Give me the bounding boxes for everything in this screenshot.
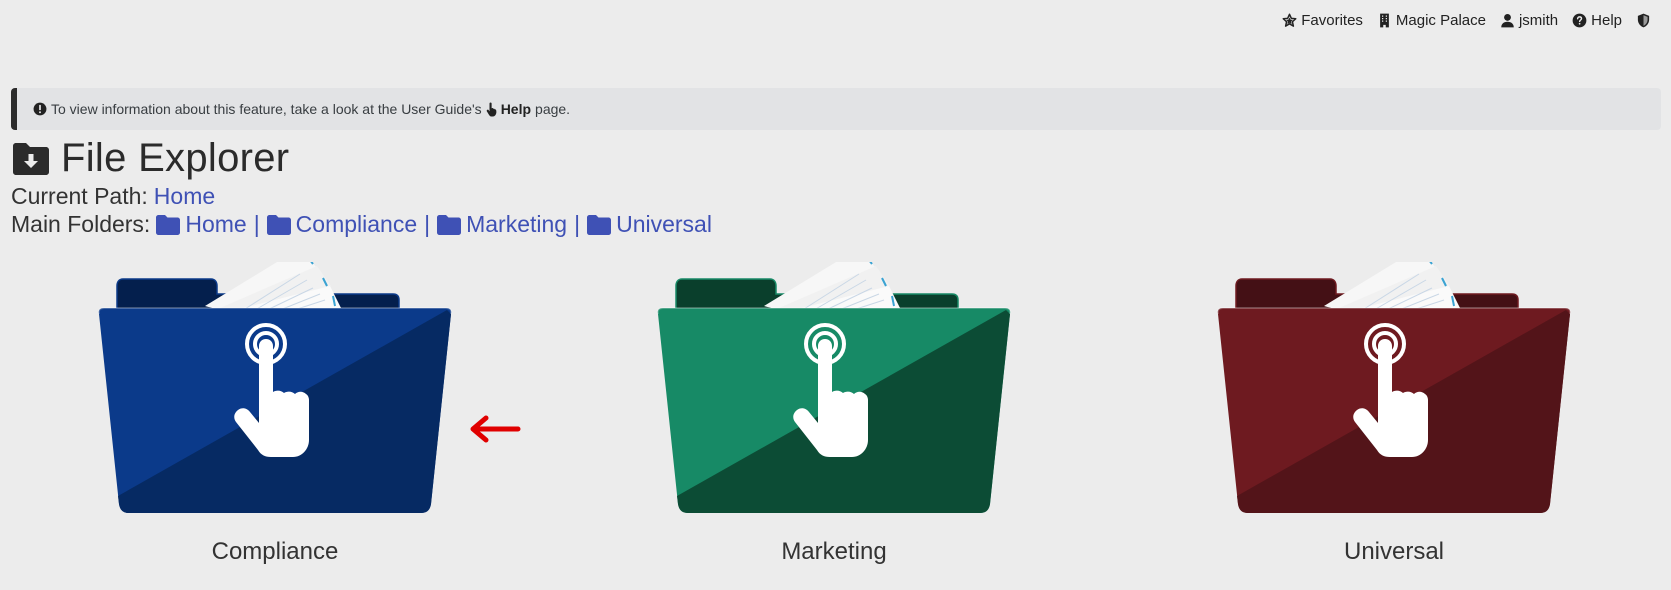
favorites-link[interactable]: Favorites xyxy=(1282,12,1363,29)
page-title: File Explorer xyxy=(61,136,290,180)
main-folder-home-link[interactable]: Home xyxy=(156,211,247,238)
property-label: Magic Palace xyxy=(1395,12,1486,29)
main-folders: Main Folders: Home | Compliance | Market… xyxy=(11,211,712,238)
security-link[interactable] xyxy=(1636,13,1651,28)
star-icon xyxy=(1282,13,1297,27)
folder-tap-icon xyxy=(1216,262,1572,513)
hand-pointer-icon xyxy=(486,102,497,116)
help-guide-link[interactable]: Help xyxy=(501,101,531,117)
folder-caption: Compliance xyxy=(211,538,339,565)
folder-card-universal[interactable]: Universal xyxy=(1214,262,1574,565)
building-icon xyxy=(1380,13,1389,28)
shield-icon xyxy=(1637,13,1650,28)
folder-card-marketing[interactable]: Marketing xyxy=(654,262,1014,565)
user-menu[interactable]: jsmith xyxy=(1500,12,1558,29)
folder-download-icon xyxy=(13,142,49,175)
banner-text-end: page. xyxy=(535,101,571,117)
exclamation-circle-icon xyxy=(33,102,47,116)
help-link[interactable]: Help xyxy=(1572,12,1622,29)
main-folder-compliance-link[interactable]: Compliance xyxy=(266,211,418,238)
current-path: Current Path: Home xyxy=(11,183,215,210)
folder-caption: Marketing xyxy=(781,538,887,565)
user-icon xyxy=(1501,13,1514,28)
main-folder-label: Marketing xyxy=(466,211,568,237)
main-folder-label: Home xyxy=(185,211,247,237)
question-circle-icon xyxy=(1572,13,1587,28)
current-path-label: Current Path: xyxy=(11,183,148,209)
main-folder-label: Compliance xyxy=(295,211,418,237)
arrow-left-icon xyxy=(470,415,521,443)
page-header: File Explorer xyxy=(11,136,289,181)
separator: | xyxy=(424,211,431,237)
folder-tap-icon xyxy=(97,262,453,513)
folder-icon xyxy=(156,214,181,235)
folder-icon xyxy=(587,214,612,235)
banner-text: To view information about this feature, … xyxy=(51,101,482,117)
separator: | xyxy=(253,211,260,237)
top-navigation: Favorites Magic Palace jsmith Help xyxy=(1282,12,1651,29)
folder-icon xyxy=(266,214,291,235)
info-banner: To view information about this feature, … xyxy=(11,88,1661,130)
main-folder-marketing-link[interactable]: Marketing xyxy=(437,211,567,238)
user-label: jsmith xyxy=(1518,12,1559,29)
folder-tap-icon xyxy=(656,262,1012,513)
main-folder-universal-link[interactable]: Universal xyxy=(587,211,712,238)
folder-icon xyxy=(437,214,462,235)
separator: | xyxy=(574,211,581,237)
folder-caption: Universal xyxy=(1343,538,1445,565)
help-label: Help xyxy=(1591,12,1622,29)
property-link[interactable]: Magic Palace xyxy=(1377,12,1486,29)
favorites-label: Favorites xyxy=(1301,12,1363,29)
main-folder-label: Universal xyxy=(616,211,712,237)
current-path-home-link[interactable]: Home xyxy=(154,183,215,210)
folder-card-compliance[interactable]: Compliance xyxy=(95,262,455,565)
main-folders-label: Main Folders: xyxy=(11,211,151,237)
